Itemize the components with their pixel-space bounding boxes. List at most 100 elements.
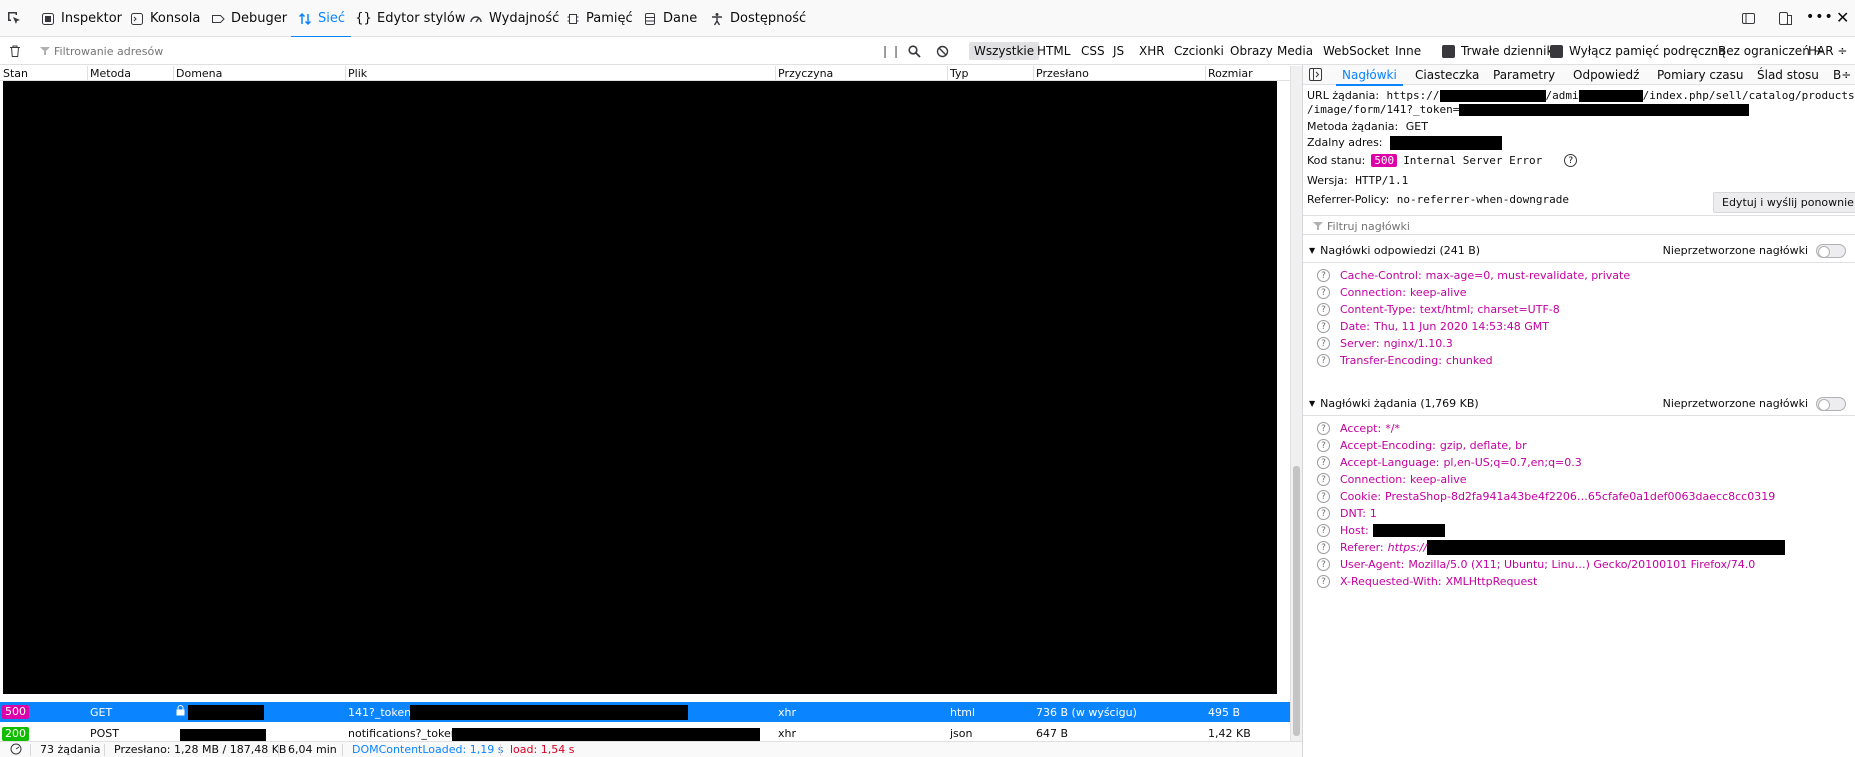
more-options-icon[interactable]: ••• — [1806, 9, 1834, 25]
raw-response-toggle[interactable] — [1816, 243, 1846, 258]
header-row[interactable]: ? Content-Type: text/html; charset=UTF-8 — [1317, 301, 1560, 318]
block-icon[interactable] — [936, 37, 949, 65]
tab-memory[interactable]: Pamięć — [565, 0, 633, 37]
table-row[interactable]: 500 GET 141?_token= xhr html 736 B (w wy… — [0, 702, 1290, 722]
header-row[interactable]: ? Cache-Control: max-age=0, must-revalidat… — [1317, 267, 1630, 284]
console-icon — [129, 11, 144, 26]
column-transferred[interactable]: Przesłano — [1036, 67, 1089, 80]
column-domain[interactable]: Domena — [176, 67, 222, 80]
help-icon[interactable]: ? — [1317, 286, 1330, 299]
headers-filter-input[interactable] — [1327, 218, 1827, 234]
help-icon[interactable]: ? — [1317, 269, 1330, 282]
header-row[interactable]: ? User-Agent: Mozilla/5.0 (X11; Ubuntu; Li… — [1317, 556, 1755, 573]
type-filter-js[interactable]: JS — [1108, 42, 1129, 60]
request-cause: xhr — [778, 705, 797, 719]
help-icon[interactable]: ? — [1317, 490, 1330, 503]
tab-timings[interactable]: Pomiary czasu — [1657, 65, 1743, 85]
edit-resend-button[interactable]: Edytuj i wyślij ponownie — [1713, 192, 1855, 213]
help-icon[interactable]: ? — [1317, 337, 1330, 350]
column-method[interactable]: Metoda — [90, 67, 131, 80]
header-row[interactable]: ? Accept-Encoding: gzip, deflate, br — [1317, 437, 1527, 454]
column-type[interactable]: Typ — [950, 67, 969, 80]
tab-headers[interactable]: Nagłówki — [1336, 65, 1403, 86]
tab-performance[interactable]: Wydajność — [468, 0, 559, 37]
help-icon[interactable]: ? — [1317, 303, 1330, 316]
trash-icon[interactable] — [8, 37, 22, 65]
help-icon[interactable]: ? — [1317, 320, 1330, 333]
header-row[interactable]: ? Transfer-Encoding: chunked — [1317, 352, 1493, 369]
transferred-summary: Przesłano: 1,28 MB / 187,48 KB — [114, 743, 287, 756]
close-icon[interactable]: ✕ — [1836, 8, 1849, 27]
column-cause[interactable]: Przyczyna — [778, 67, 833, 80]
raw-request-toggle[interactable] — [1816, 396, 1846, 411]
tab-console[interactable]: Konsola — [129, 0, 200, 37]
column-status[interactable]: Stan — [3, 67, 28, 80]
url-filter-input[interactable] — [54, 42, 874, 60]
header-row[interactable]: ? Connection: keep-alive — [1317, 284, 1467, 301]
tab-debugger[interactable]: Debuger — [210, 0, 287, 37]
help-icon[interactable]: ? — [1317, 507, 1330, 520]
header-row[interactable]: ? Referer: https:// — [1317, 539, 1786, 556]
tab-network[interactable]: Sieć — [290, 0, 352, 38]
toggle-sidebar-icon[interactable] — [1309, 68, 1322, 84]
response-headers-section[interactable]: ▼ Nagłówki odpowiedzi (241 B) Nieprzetwo… — [1303, 239, 1855, 263]
help-icon[interactable]: ? — [1317, 575, 1330, 588]
scrollbar-thumb[interactable] — [1293, 466, 1300, 736]
header-row[interactable]: ? Server: nginx/1.10.3 — [1317, 335, 1453, 352]
column-size[interactable]: Rozmiar — [1208, 67, 1253, 80]
header-row[interactable]: ? X-Requested-With: XMLHttpRequest — [1317, 573, 1537, 590]
header-row[interactable]: ? Connection: keep-alive — [1317, 471, 1467, 488]
tab-accessibility[interactable]: Dostępność — [709, 0, 806, 37]
header-row[interactable]: ? Cookie: PrestaShop-8d2fa941a43be4f2206…6… — [1317, 488, 1775, 505]
type-filter-other[interactable]: Inne — [1390, 42, 1426, 60]
type-filter-fonts[interactable]: Czcionki — [1169, 42, 1229, 60]
tab-style-editor[interactable]: {} Edytor stylów — [355, 0, 465, 37]
requests-scrollbar[interactable] — [1290, 66, 1302, 741]
help-icon[interactable]: ? — [1317, 473, 1330, 486]
responsive-design-icon[interactable] — [1741, 11, 1756, 29]
help-icon[interactable]: ? — [1317, 456, 1330, 469]
status-label: Kod stanu: — [1307, 154, 1366, 167]
help-icon[interactable]: ? — [1564, 154, 1578, 167]
help-icon[interactable]: ? — [1317, 422, 1330, 435]
type-filter-images[interactable]: Obrazy — [1225, 42, 1278, 60]
header-row[interactable]: ? DNT: 1 — [1317, 505, 1377, 522]
type-filter-media[interactable]: Media — [1272, 42, 1318, 60]
type-filter-xhr[interactable]: XHR — [1134, 42, 1170, 60]
header-row[interactable]: ? Date: Thu, 11 Jun 2020 14:53:48 GMT — [1317, 318, 1549, 335]
tab-overflow[interactable]: B÷ — [1833, 65, 1851, 85]
type-filter-css[interactable]: CSS — [1076, 42, 1110, 60]
request-method: GET — [90, 705, 113, 719]
help-icon[interactable]: ? — [1317, 354, 1330, 367]
disable-cache-checkbox[interactable]: Wyłącz pamięć podręczną — [1550, 37, 1726, 65]
type-filter-all[interactable]: Wszystkie — [969, 42, 1040, 60]
table-row[interactable]: 200 POST notifications?_token= xhr json … — [0, 725, 1290, 741]
type-filter-websocket[interactable]: WebSocket — [1318, 42, 1394, 60]
dock-side-icon[interactable] — [1778, 11, 1793, 29]
header-row[interactable]: ? Accept-Language: pl,en-US;q=0.7,en;q=0.3 — [1317, 454, 1582, 471]
tab-stack-trace[interactable]: Ślad stosu — [1757, 65, 1819, 85]
help-icon[interactable]: ? — [1317, 541, 1330, 554]
inspector-icon — [40, 11, 55, 26]
request-headers-section[interactable]: ▼ Nagłówki żądania (1,769 KB) Nieprzetwo… — [1303, 392, 1855, 416]
element-picker-icon[interactable] — [6, 10, 22, 26]
status-badge: 500 — [2, 705, 29, 719]
pause-icon[interactable]: ❘❘ — [880, 37, 902, 65]
tab-params[interactable]: Parametry — [1493, 65, 1555, 85]
help-icon[interactable]: ? — [1317, 524, 1330, 537]
header-row[interactable]: ? Host: — [1317, 522, 1445, 539]
help-icon[interactable]: ? — [1317, 558, 1330, 571]
method-value: GET — [1405, 120, 1428, 133]
persist-logs-checkbox[interactable]: Trwałe dzienniki — [1442, 37, 1557, 65]
help-icon[interactable]: ? — [1317, 439, 1330, 452]
header-row[interactable]: ? Accept: */* — [1317, 420, 1400, 437]
tab-inspector[interactable]: Inspektor — [40, 0, 122, 37]
column-file[interactable]: Plik — [348, 67, 367, 80]
search-icon[interactable] — [908, 37, 921, 65]
har-menu[interactable]: HAR ÷ — [1808, 37, 1847, 65]
tab-storage[interactable]: Dane — [642, 0, 697, 37]
tab-cookies[interactable]: Ciasteczka — [1415, 65, 1479, 85]
performance-analysis-icon[interactable] — [10, 743, 22, 757]
type-filter-html[interactable]: HTML — [1032, 42, 1075, 60]
tab-response[interactable]: Odpowiedź — [1573, 65, 1639, 85]
